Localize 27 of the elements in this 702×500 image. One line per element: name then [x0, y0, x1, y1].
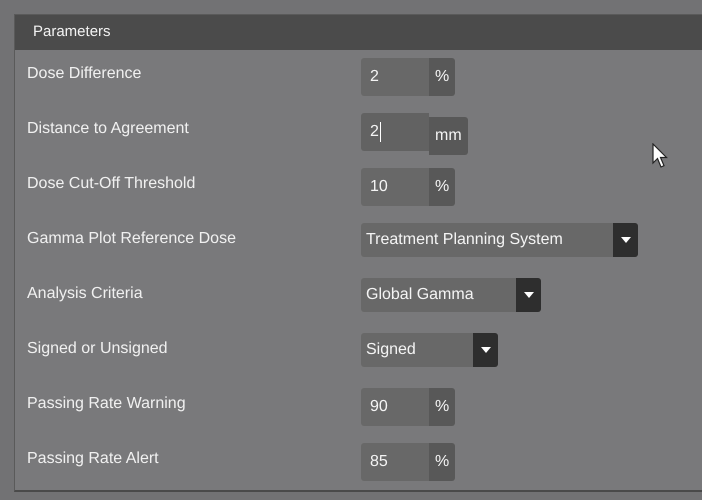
unit-label: %: [429, 168, 456, 206]
dropdown[interactable]: Treatment Planning System: [361, 223, 638, 257]
unit-label: mm: [429, 117, 468, 155]
mouse-pointer-icon: [652, 143, 668, 169]
text-cursor: [380, 122, 381, 142]
unit-label: %: [429, 443, 456, 481]
field-label: Dose Cut-Off Threshold: [26, 174, 196, 194]
number-input[interactable]: 10: [361, 168, 429, 206]
dropdown-arrow-icon: [480, 347, 490, 353]
field-label: Passing Rate Alert: [26, 449, 160, 469]
panel-title: Parameters: [33, 22, 111, 42]
field-label: Passing Rate Warning: [26, 394, 187, 414]
field-label: Gamma Plot Reference Dose: [26, 229, 237, 249]
field-label: Dose Difference: [26, 64, 142, 84]
dropdown[interactable]: Global Gamma: [361, 278, 541, 312]
field-label: Distance to Agreement: [26, 119, 190, 139]
dropdown[interactable]: Signed: [361, 333, 498, 367]
unit-label: %: [429, 388, 456, 426]
field-label: Signed or Unsigned: [26, 339, 169, 359]
number-input[interactable]: 85: [361, 443, 429, 481]
field-label: Analysis Criteria: [26, 284, 144, 304]
number-input[interactable]: 2: [361, 58, 429, 96]
number-input[interactable]: 2: [361, 113, 429, 151]
unit-label: %: [429, 58, 456, 96]
dropdown-arrow-icon: [620, 237, 630, 243]
number-input[interactable]: 90: [361, 388, 429, 426]
dropdown-arrow-icon: [524, 292, 534, 298]
